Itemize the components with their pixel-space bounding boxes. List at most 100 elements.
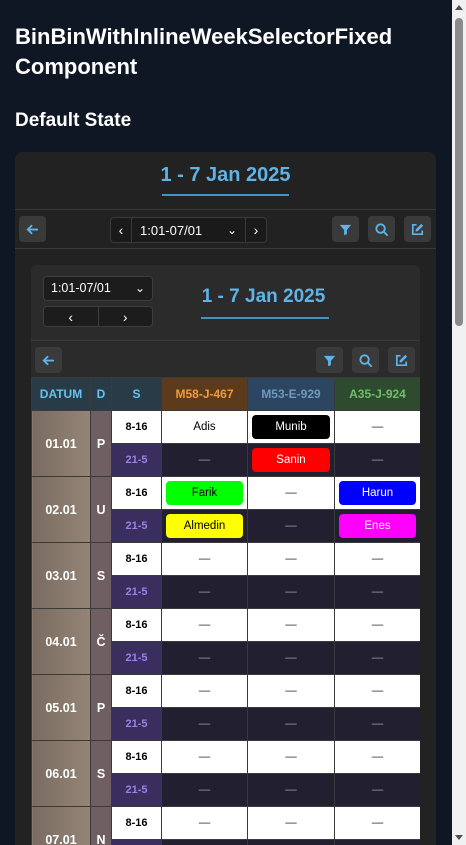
empty-dash: — bbox=[371, 421, 384, 433]
assignment-cell[interactable]: — bbox=[161, 839, 248, 845]
driver-chip: Munib bbox=[252, 415, 330, 439]
shift-cell: 8-16 bbox=[111, 806, 162, 840]
empty-dash: — bbox=[285, 619, 297, 631]
filter-icon bbox=[323, 355, 336, 366]
assignment-cell[interactable]: Munib bbox=[247, 410, 335, 444]
outer-toolbar: ‹ 1:01-07/01 ⌄ › bbox=[15, 209, 436, 249]
scroll-down-arrow-icon[interactable] bbox=[455, 835, 463, 840]
empty-dash: — bbox=[198, 619, 211, 631]
driver-chip: Harun bbox=[339, 481, 416, 505]
driver-chip: Enes bbox=[339, 514, 416, 538]
table-row: 07.01 N 8-16— — — bbox=[31, 806, 420, 845]
assignment-cell[interactable]: Enes bbox=[334, 509, 420, 543]
empty-dash: — bbox=[371, 817, 384, 829]
inner-edit-button[interactable] bbox=[388, 347, 415, 373]
arrow-left-icon bbox=[42, 355, 55, 365]
assignment-cell[interactable]: — bbox=[161, 608, 248, 642]
assignment-cell[interactable]: — bbox=[334, 806, 420, 840]
inner-schedule-panel: 1:01-07/01 ⌄ ‹ › 1 - 7 Jan 2025 DATUM D … bbox=[31, 265, 420, 845]
assignment-cell[interactable]: — bbox=[161, 806, 248, 840]
column-header-shift: S bbox=[111, 377, 162, 411]
inner-back-button[interactable] bbox=[35, 347, 62, 373]
column-header-vehicle-2[interactable]: M53-E-929 bbox=[247, 377, 335, 411]
assignment-cell[interactable]: — bbox=[161, 542, 248, 576]
chevron-right-icon: › bbox=[122, 308, 128, 325]
outer-week-select[interactable]: 1:01-07/01 ⌄ bbox=[132, 217, 245, 243]
assignment-cell[interactable]: — bbox=[334, 410, 420, 444]
assignment-cell[interactable]: — bbox=[334, 542, 420, 576]
inner-prev-week-button[interactable]: ‹ bbox=[44, 307, 98, 326]
table-row: 05.01 P 8-16 — — — bbox=[31, 674, 420, 741]
inner-filter-button[interactable] bbox=[316, 347, 343, 373]
assignment-cell[interactable]: — bbox=[247, 740, 335, 774]
scrollbar-thumb[interactable] bbox=[455, 18, 463, 326]
driver-chip: Sanin bbox=[252, 448, 330, 472]
assignment-cell[interactable]: — bbox=[247, 707, 335, 741]
outer-schedule-panel: 1 - 7 Jan 2025 ‹ 1:01-07/01 ⌄ › 1:01-07/… bbox=[15, 152, 436, 845]
empty-dash: — bbox=[285, 751, 297, 763]
assignment-cell[interactable]: — bbox=[247, 674, 335, 708]
outer-search-button[interactable] bbox=[368, 216, 395, 242]
assignment-cell[interactable]: — bbox=[247, 608, 335, 642]
column-header-vehicle-1[interactable]: M58-J-467 bbox=[161, 377, 248, 411]
assignment-cell[interactable]: — bbox=[334, 707, 420, 741]
assignment-cell[interactable]: Sanin bbox=[247, 443, 335, 477]
assignment-cell[interactable]: — bbox=[161, 575, 248, 609]
page: BinBinWithInlineWeekSelectorFixed Compon… bbox=[0, 0, 452, 845]
outer-back-button[interactable] bbox=[19, 216, 46, 242]
assignment-cell[interactable]: — bbox=[247, 542, 335, 576]
inner-next-week-button[interactable]: › bbox=[97, 307, 153, 326]
assignment-cell[interactable]: — bbox=[247, 839, 335, 845]
assignment-cell[interactable]: Farik bbox=[161, 476, 248, 510]
column-header-vehicle-3[interactable]: A35-J-924 bbox=[334, 377, 420, 411]
assignment-cell[interactable]: Adis bbox=[161, 410, 248, 444]
shift-cell: 21-5 bbox=[111, 707, 162, 741]
assignment-cell[interactable]: — bbox=[161, 773, 248, 807]
assignment-cell[interactable]: — bbox=[161, 740, 248, 774]
assignment-cell[interactable]: — bbox=[334, 575, 420, 609]
assignment-cell[interactable]: — bbox=[247, 476, 335, 510]
assignment-cell[interactable]: Almedin bbox=[161, 509, 248, 543]
schedule-table: DATUM D S M58-J-467 M53-E-929 A35-J-924 … bbox=[31, 377, 420, 845]
assignment-cell[interactable]: — bbox=[334, 839, 420, 845]
day-cell: P bbox=[90, 410, 112, 477]
empty-dash: — bbox=[198, 454, 211, 466]
assignment-cell[interactable]: — bbox=[334, 443, 420, 477]
day-cell: S bbox=[90, 740, 112, 807]
shift-cell: 21-5 bbox=[111, 839, 162, 845]
empty-dash: — bbox=[285, 586, 297, 598]
inner-search-button[interactable] bbox=[352, 347, 379, 373]
assignment-cell[interactable]: — bbox=[247, 773, 335, 807]
date-cell: 07.01 bbox=[31, 806, 91, 845]
assignment-cell[interactable]: — bbox=[334, 641, 420, 675]
assignment-cell[interactable]: — bbox=[161, 641, 248, 675]
empty-dash: — bbox=[371, 751, 384, 763]
assignment-cell[interactable]: — bbox=[334, 740, 420, 774]
empty-dash: — bbox=[198, 817, 211, 829]
assignment-cell[interactable]: — bbox=[161, 674, 248, 708]
search-icon bbox=[375, 222, 389, 236]
assignment-cell[interactable]: — bbox=[334, 608, 420, 642]
assignment-cell[interactable]: — bbox=[334, 773, 420, 807]
shift-cell: 21-5 bbox=[111, 509, 162, 543]
scroll-up-arrow-icon[interactable] bbox=[455, 5, 463, 10]
assignment-cell[interactable]: — bbox=[247, 509, 335, 543]
day-cell: P bbox=[90, 674, 112, 741]
vertical-scrollbar[interactable] bbox=[452, 0, 466, 845]
outer-edit-button[interactable] bbox=[404, 216, 431, 242]
table-row: 01.01 P 8-16 Adis Munib — bbox=[31, 410, 420, 477]
assignment-cell[interactable]: — bbox=[334, 674, 420, 708]
assignment-cell[interactable]: — bbox=[247, 641, 335, 675]
assignment-cell[interactable]: — bbox=[247, 575, 335, 609]
empty-dash: — bbox=[198, 553, 211, 565]
inner-week-select[interactable]: 1:01-07/01 ⌄ bbox=[43, 276, 153, 301]
assignment-cell[interactable]: — bbox=[247, 806, 335, 840]
outer-prev-week-button[interactable]: ‹ bbox=[110, 217, 132, 243]
assignment-cell[interactable]: — bbox=[161, 443, 248, 477]
inner-week-title: 1 - 7 Jan 2025 bbox=[201, 286, 326, 307]
assignment-cell[interactable]: Harun bbox=[334, 476, 420, 510]
assignment-cell[interactable]: — bbox=[161, 707, 248, 741]
outer-next-week-button[interactable]: › bbox=[245, 217, 267, 243]
filter-icon bbox=[339, 224, 352, 235]
outer-filter-button[interactable] bbox=[332, 216, 359, 242]
